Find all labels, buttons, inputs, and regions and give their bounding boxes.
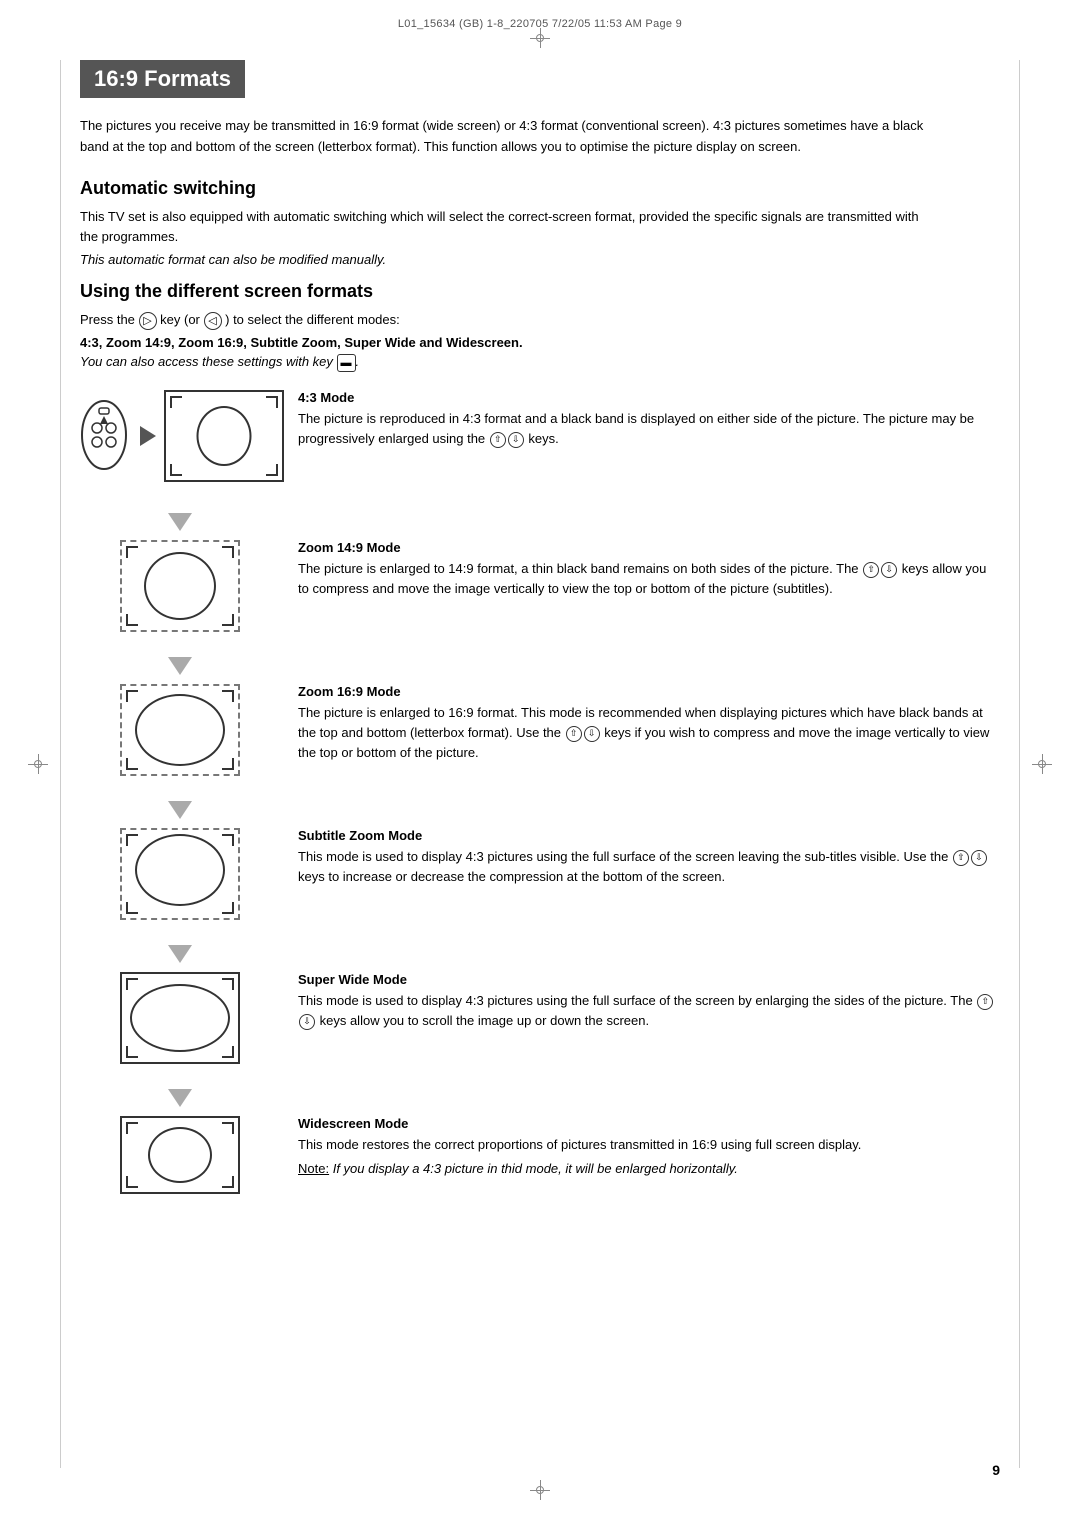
auto-switching-body: This TV set is also equipped with automa… [80, 207, 940, 249]
up-key-4: ⇧ [953, 850, 969, 866]
down-arrow-1 [168, 513, 192, 531]
mode-widescreen-title: Widescreen Mode [298, 1116, 1000, 1131]
crosshair-left [28, 754, 48, 774]
page-number: 9 [992, 1462, 1000, 1478]
illus-col-zoom169 [80, 684, 280, 776]
mode-row-subtitle: Subtitle Zoom Mode This mode is used to … [80, 828, 1000, 920]
down-arrow-2 [168, 657, 192, 675]
arrow-row-1 [80, 510, 1000, 534]
margin-line-right [1019, 60, 1020, 1468]
crosshair-right [1032, 754, 1052, 774]
arrow-row-5 [80, 1086, 1000, 1110]
tv-screen-subtitle [120, 828, 240, 920]
right-arrow-icon [140, 426, 156, 446]
illus-col-widescreen [80, 1116, 280, 1194]
auto-switching-italic: This automatic format can also be modifi… [80, 252, 1000, 267]
tv-screen-43 [164, 390, 284, 482]
mode-zoom169-body: The picture is enlarged to 16:9 format. … [298, 703, 1000, 763]
mode-widescreen-note: Note: If you display a 4:3 picture in th… [298, 1159, 1000, 1179]
up-key-2: ⇧ [863, 562, 879, 578]
down-key-5: ⇩ [299, 1014, 315, 1030]
note-label: Note: [298, 1161, 329, 1176]
arrow-row-3 [80, 798, 1000, 822]
arrow-row-4 [80, 942, 1000, 966]
down-arrow-3 [168, 801, 192, 819]
tv-screen-zoom149 [120, 540, 240, 632]
down-key-3: ⇩ [584, 726, 600, 742]
arrow-row-2 [80, 654, 1000, 678]
down-key-2: ⇩ [881, 562, 897, 578]
arrow-col-4 [80, 942, 280, 966]
press-text: Press the [80, 312, 139, 327]
key-or-text: key (or [160, 312, 203, 327]
mode-text-43: 4:3 Mode The picture is reproduced in 4:… [280, 390, 1000, 449]
intro-text: The pictures you receive may be transmit… [80, 116, 940, 158]
mode-43-title: 4:3 Mode [298, 390, 1000, 405]
illus-col-zoom149 [80, 540, 280, 632]
down-arrow-4 [168, 945, 192, 963]
mode-subtitle-title: Subtitle Zoom Mode [298, 828, 1000, 843]
arrow-col-5 [80, 1086, 280, 1110]
mode-text-zoom149: Zoom 14:9 Mode The picture is enlarged t… [280, 540, 1000, 599]
mode-row-widescreen: Widescreen Mode This mode restores the c… [80, 1116, 1000, 1194]
mode-subtitle-body: This mode is used to display 4:3 picture… [298, 847, 1000, 887]
modes-select-text: ) to select the different modes: [225, 312, 400, 327]
tv-screen-zoom169 [120, 684, 240, 776]
auto-switching-title: Automatic switching [80, 178, 1000, 199]
mode-text-widescreen: Widescreen Mode This mode restores the c… [280, 1116, 1000, 1179]
illus-col-superwide [80, 972, 280, 1064]
down-key-4: ⇩ [971, 850, 987, 866]
modes-container: 4:3 Mode The picture is reproduced in 4:… [80, 390, 1000, 1216]
key-alt-symbol: ◁ [204, 312, 222, 330]
mode-text-superwide: Super Wide Mode This mode is used to dis… [280, 972, 1000, 1031]
crosshair-top [530, 28, 550, 48]
arrow-col-1 [80, 510, 280, 534]
up-key-icon: ⇧ [490, 432, 506, 448]
mode-text-zoom169: Zoom 16:9 Mode The picture is enlarged t… [280, 684, 1000, 763]
tv-screen-widescreen [120, 1116, 240, 1194]
content-area: 16:9 Formats The pictures you receive ma… [80, 40, 1000, 1216]
margin-line-left [60, 60, 61, 1468]
modes-list: 4:3, Zoom 14:9, Zoom 16:9, Subtitle Zoom… [80, 335, 1000, 350]
remote-control-icon [77, 398, 132, 473]
key-d-symbol: ▷ [139, 312, 157, 330]
mode-43-body: The picture is reproduced in 4:3 format … [298, 409, 1000, 449]
mode-row-zoom169: Zoom 16:9 Mode The picture is enlarged t… [80, 684, 1000, 776]
mode-widescreen-body: This mode restores the correct proportio… [298, 1135, 1000, 1155]
tv-screen-superwide [120, 972, 240, 1064]
using-formats-title: Using the different screen formats [80, 281, 1000, 302]
format-key-symbol: ▬ [337, 354, 356, 372]
mode-row-43: 4:3 Mode The picture is reproduced in 4:… [80, 390, 1000, 488]
key-note: You can also access these settings with … [80, 354, 1000, 372]
crosshair-bottom [530, 1480, 550, 1500]
up-key-5: ⇧ [977, 994, 993, 1010]
down-key-icon: ⇩ [508, 432, 524, 448]
mode-row-superwide: Super Wide Mode This mode is used to dis… [80, 972, 1000, 1064]
up-key-3: ⇧ [566, 726, 582, 742]
first-illus [77, 390, 284, 482]
illus-col-subtitle [80, 828, 280, 920]
mode-superwide-body: This mode is used to display 4:3 picture… [298, 991, 1000, 1031]
down-arrow-5 [168, 1089, 192, 1107]
arrow-col-3 [80, 798, 280, 822]
page-container: L01_15634 (GB) 1-8_220705 7/22/05 11:53 … [0, 0, 1080, 1528]
mode-superwide-title: Super Wide Mode [298, 972, 1000, 987]
press-key-text: Press the ▷ key (or ◁ ) to select the di… [80, 310, 940, 331]
mode-zoom149-title: Zoom 14:9 Mode [298, 540, 1000, 555]
mode-zoom169-title: Zoom 16:9 Mode [298, 684, 1000, 699]
arrow-col-2 [80, 654, 280, 678]
section-title: 16:9 Formats [80, 60, 245, 98]
illus-col-43 [80, 390, 280, 488]
mode-row-zoom149: Zoom 14:9 Mode The picture is enlarged t… [80, 540, 1000, 632]
mode-zoom149-body: The picture is enlarged to 14:9 format, … [298, 559, 1000, 599]
mode-text-subtitle: Subtitle Zoom Mode This mode is used to … [280, 828, 1000, 887]
